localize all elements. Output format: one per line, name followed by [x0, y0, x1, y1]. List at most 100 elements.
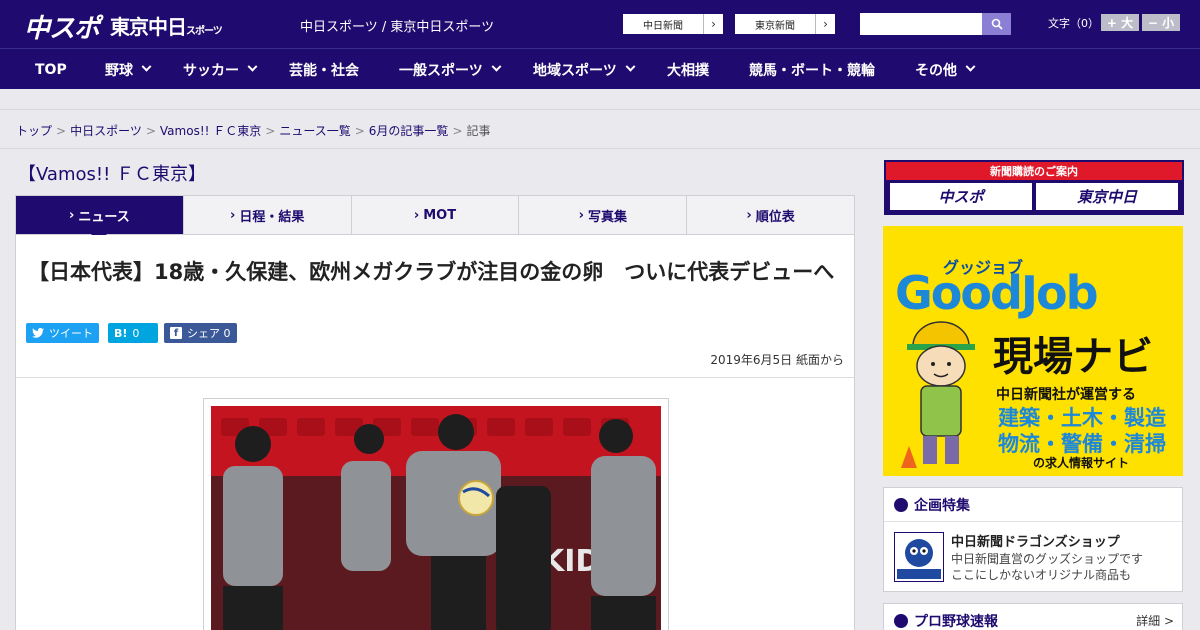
search-button[interactable] [982, 13, 1011, 35]
nav-top[interactable]: TOP [35, 49, 67, 90]
search-input[interactable] [860, 13, 982, 35]
tokyo-logo-text: 東京中日 [110, 15, 187, 39]
breadcrumb-link[interactable]: Vamos!! ＦＣ東京 [160, 124, 261, 138]
facebook-icon: f [170, 327, 182, 339]
article: 【日本代表】18歳・久保建、欧州メガクラブが注目の金の卵 ついに代表デビューへ … [15, 235, 855, 630]
ad-navi: 現場ナビ [993, 334, 1153, 380]
ad-sub: の求人情報サイト [1033, 456, 1130, 470]
feature-panel-title: 企画特集 [914, 497, 970, 514]
breadcrumb-link[interactable]: 中日スポーツ [70, 124, 142, 138]
goodjob-ad-banner[interactable]: グッジョブ GoodJob 現場ナビ 中日新聞社が運営する 建築・土木・製造 物… [883, 226, 1183, 476]
tab-label: 写真集 [587, 209, 627, 225]
chevron-right-icon: › [578, 207, 584, 223]
breadcrumb-separator: > [452, 124, 463, 138]
nav-label: 一般スポーツ [399, 62, 483, 79]
chevron-down-icon [965, 61, 976, 72]
breadcrumb-link[interactable]: トップ [16, 124, 52, 138]
shop-description: 中日新聞直営のグッズショップです ここにしかないオリジナル商品も [951, 551, 1143, 583]
shop-desc-line: ここにしかないオリジナル商品も [951, 568, 1132, 582]
shop-title[interactable]: 中日新聞ドラゴンズショップ [951, 531, 1120, 550]
chevron-down-icon [625, 61, 636, 72]
tokyo-chunichi-subscribe-logo[interactable]: 東京中日 [1036, 183, 1178, 210]
dragons-shop-thumbnail [894, 532, 944, 582]
breadcrumb-link[interactable]: ニュース一覧 [279, 124, 350, 138]
nav-entertainment[interactable]: 芸能・社会 [289, 49, 359, 90]
tab-label: 日程・結果 [239, 209, 305, 225]
nav-label: TOP [35, 61, 67, 78]
tab-label: MOT [423, 207, 457, 223]
font-size-label: 文字（0） [1048, 17, 1099, 30]
section-tabs: › ニュース › 日程・結果 › MOT › 写真集 › 順位表 [15, 195, 855, 242]
chevron-right-icon: › [69, 207, 75, 223]
facebook-share-label: シェア [187, 327, 220, 340]
nav-other[interactable]: その他 [915, 49, 976, 90]
section-title[interactable]: 【Vamos!! ＦＣ東京】 [18, 160, 206, 186]
baseball-more-link[interactable]: 詳細 > [1136, 612, 1174, 629]
hatena-bookmark-button[interactable]: B! 0 [108, 323, 158, 343]
breadcrumb-bar: トップ > 中日スポーツ > Vamos!! ＦＣ東京 > ニュース一覧 >6月の記事一覧 > 記… [0, 110, 1200, 149]
tweet-button[interactable]: ツイート [26, 323, 99, 343]
tab-news[interactable]: › ニュース [16, 196, 184, 242]
chuspo-logo[interactable]: 中スポ [24, 8, 100, 45]
breadcrumb-separator: > [354, 124, 365, 138]
breadcrumb-separator: > [145, 124, 156, 138]
breadcrumb-separator: > [56, 124, 67, 138]
article-photo[interactable]: KID [211, 406, 661, 630]
nav-sumo[interactable]: 大相撲 [667, 49, 709, 90]
tab-label: ニュース [78, 209, 130, 225]
tokyo-chunichi-logo[interactable]: 東京中日スポーツ [110, 11, 223, 40]
site-tagline[interactable]: 中日スポーツ / 東京中日スポーツ [300, 16, 494, 35]
article-headline: 【日本代表】18歳・久保建、欧州メガクラブが注目の金の卵 ついに代表デビューへ [28, 260, 835, 284]
chevron-down-icon [141, 61, 152, 72]
site-header: 中スポ 東京中日スポーツ 中日スポーツ / 東京中日スポーツ 中日新聞 › 東京… [0, 0, 1200, 48]
tab-label: 順位表 [755, 209, 795, 225]
baseball-live-panel: プロ野球速報 詳細 > [883, 603, 1183, 630]
chunichi-shimbun-label: 中日新聞 [643, 20, 683, 32]
chevron-right-icon: › [815, 14, 835, 34]
chevron-down-icon [247, 61, 258, 72]
chevron-right-icon: › [413, 207, 420, 223]
worker-mascot-icon [901, 318, 981, 468]
nav-label: その他 [915, 62, 957, 79]
nav-label: 野球 [105, 62, 133, 79]
breadcrumb: トップ > 中日スポーツ > Vamos!! ＦＣ東京 > ニュース一覧 >6月の記事一覧 > 記… [16, 122, 491, 139]
nav-soccer[interactable]: サッカー [183, 49, 258, 90]
tab-standings[interactable]: › 順位表 [687, 196, 854, 234]
breadcrumb-separator: > [265, 124, 276, 138]
breadcrumb-link[interactable]: 6月の記事一覧 [369, 124, 449, 138]
tab-mot[interactable]: › MOT [352, 196, 520, 234]
main-nav: TOP 野球 サッカー 芸能・社会 一般スポーツ 地域スポーツ 大相撲 競馬・ボ… [0, 48, 1200, 89]
subscription-banner[interactable]: 新聞購読のご案内 中スポ 東京中日 [884, 160, 1184, 215]
chuspo-subscribe-logo[interactable]: 中スポ [890, 183, 1032, 210]
chevron-right-icon: › [746, 207, 752, 223]
font-smaller-button[interactable]: − 小 [1142, 14, 1180, 31]
chunichi-shimbun-button[interactable]: 中日新聞 › [622, 13, 724, 35]
nav-label: 芸能・社会 [289, 62, 359, 79]
hatena-icon: B! [114, 326, 128, 340]
nav-label: 競馬・ボート・競輪 [749, 62, 875, 79]
dragons-shop-item[interactable]: 中日新聞ドラゴンズショップ 中日新聞直営のグッズショップです ここにしかないオリ… [884, 522, 1182, 596]
tokyo-shimbun-button[interactable]: 東京新聞 › [734, 13, 836, 35]
chevron-down-icon [491, 61, 502, 72]
tweet-label: ツイート [49, 327, 93, 340]
facebook-count: 0 [223, 326, 231, 340]
ribbon-icon [894, 497, 908, 512]
nav-racing[interactable]: 競馬・ボート・競輪 [749, 49, 875, 90]
divider [16, 377, 854, 378]
tokyo-logo-small: スポーツ [186, 26, 223, 37]
article-date: 2019年6月5日 紙面から [710, 353, 844, 367]
search-icon [991, 18, 1003, 30]
chevron-right-icon: › [703, 14, 723, 34]
tab-photos[interactable]: › 写真集 [519, 196, 688, 234]
feature-panel-header: 企画特集 [884, 488, 1182, 522]
nav-baseball[interactable]: 野球 [105, 49, 152, 90]
photo-illustration: KID [211, 406, 661, 630]
tab-schedule[interactable]: › 日程・結果 [184, 196, 352, 234]
nav-label: 大相撲 [667, 62, 709, 79]
ad-run-by: 中日新聞社が運営する [996, 387, 1136, 403]
nav-local-sports[interactable]: 地域スポーツ [533, 49, 636, 90]
font-bigger-button[interactable]: + 大 [1101, 14, 1139, 31]
shop-desc-line: 中日新聞直営のグッズショップです [951, 552, 1144, 566]
facebook-share-button[interactable]: f シェア 0 [164, 323, 237, 343]
nav-general-sports[interactable]: 一般スポーツ [399, 49, 502, 90]
